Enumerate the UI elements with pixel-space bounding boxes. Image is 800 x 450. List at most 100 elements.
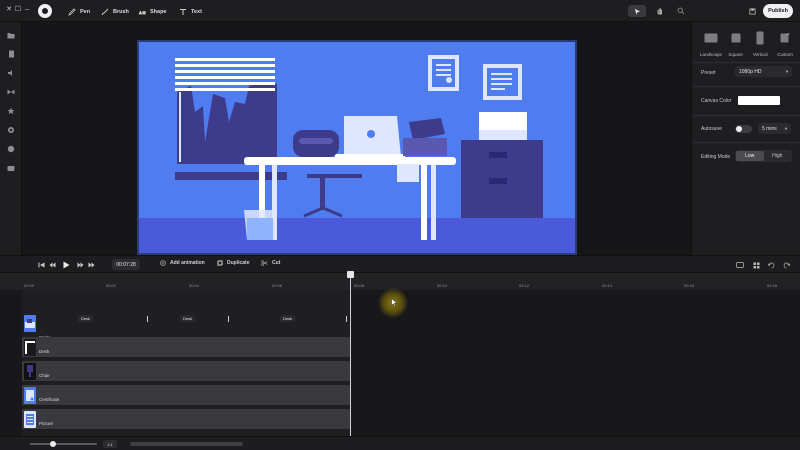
ruler-tick: 00:00 [24, 283, 35, 288]
preset-label: Preset [701, 70, 716, 76]
track-sprite[interactable]: Sprite [22, 313, 350, 340]
step-back-button[interactable] [48, 261, 56, 269]
cursor-highlight [378, 288, 408, 318]
timecode-display[interactable]: 00:07:28 [112, 259, 140, 270]
shape-tool-button[interactable]: Shape [138, 6, 167, 17]
rewind-icon [77, 262, 83, 268]
captions-button[interactable] [736, 261, 744, 269]
text-icon [180, 8, 186, 15]
playhead-line[interactable] [350, 272, 351, 436]
undo-button[interactable] [767, 261, 775, 269]
chevron-down-icon: ▼ [784, 126, 788, 131]
ruler-tick: 00:14 [602, 283, 613, 288]
save-icon [749, 8, 755, 14]
ruler-tick: 00:18 [767, 283, 778, 288]
zoom-ratio[interactable]: 1:1 [103, 440, 117, 448]
timeline-scrollbar[interactable] [130, 442, 243, 446]
scissors-icon [261, 260, 268, 266]
ruler-tick: 00:12 [519, 283, 530, 288]
grid-button[interactable] [752, 261, 760, 269]
format-custom-label: Custom [777, 52, 793, 57]
transition-icon[interactable] [7, 88, 15, 96]
play-icon [63, 261, 69, 269]
document-icon[interactable] [7, 50, 15, 58]
autosave-interval-select[interactable]: 5 mins ▼ [758, 123, 791, 134]
certificate-thumbnail [24, 387, 36, 404]
audio-icon[interactable] [7, 69, 15, 77]
floor-shape [139, 218, 575, 253]
skip-back-icon [38, 262, 44, 268]
format-vertical[interactable]: Vertical [749, 30, 771, 66]
track-desk[interactable]: Desk [22, 337, 350, 358]
duplicate-label: Duplicate [227, 260, 250, 266]
track-picture[interactable]: Picture [22, 409, 350, 430]
settings-icon[interactable] [7, 126, 15, 134]
format-custom[interactable]: Custom [774, 30, 796, 66]
color-wheel-icon[interactable] [7, 145, 15, 153]
track-name: Chair [39, 373, 50, 378]
landscape-icon [704, 30, 718, 46]
format-square[interactable]: Square [725, 30, 747, 66]
maximize-window-button[interactable]: ☐ [14, 5, 22, 15]
editing-mode-low[interactable]: Low [736, 151, 764, 161]
left-tool-rail [0, 22, 22, 255]
preset-select[interactable]: 1080p HD ▼ [735, 66, 792, 77]
format-landscape[interactable]: Landscape [700, 30, 722, 66]
autosave-toggle[interactable] [735, 125, 752, 133]
format-vertical-label: Vertical [752, 52, 768, 57]
track-name: Picture [39, 421, 54, 426]
undo-icon [767, 262, 774, 268]
media-icon[interactable] [7, 164, 15, 172]
brush-tool-label: Brush [113, 8, 129, 15]
sprite-thumbnail [24, 315, 36, 332]
publish-button[interactable]: Publish [763, 4, 793, 18]
add-animation-button[interactable]: Add animation [160, 260, 205, 266]
mouse-pointer-icon [391, 298, 398, 307]
skip-back-button[interactable] [37, 261, 45, 269]
save-button[interactable] [746, 5, 758, 17]
ruler-tick: 00:06 [272, 283, 283, 288]
format-presets: Landscape Square Vertical Custom [700, 30, 796, 66]
divider [692, 86, 800, 87]
playhead-handle[interactable] [347, 271, 354, 278]
track-name: Certificate [39, 397, 60, 402]
track-certificate[interactable]: Certificate [22, 385, 350, 406]
timeline-zoom-handle[interactable] [50, 441, 56, 447]
ruler-tick: 00:08 [354, 283, 365, 288]
redo-icon [783, 262, 790, 268]
close-window-button[interactable]: ✕ [5, 5, 13, 15]
canvas-color-label: Canvas Color [701, 98, 732, 104]
text-tool-label: Text [191, 8, 202, 15]
track-chair[interactable]: Chair [22, 361, 350, 382]
chair-thumbnail [24, 363, 36, 380]
step-forward-button[interactable] [76, 261, 84, 269]
zoom-tool-button[interactable] [675, 5, 687, 17]
duplicate-button[interactable]: Duplicate [217, 260, 250, 266]
top-toolbar: ✕ ☐ – Pen Brush Shape Text Publish [0, 0, 800, 22]
brush-tool-button[interactable]: Brush [101, 6, 129, 17]
desk-thumbnail [24, 339, 36, 356]
skip-forward-button[interactable] [87, 261, 95, 269]
minimize-window-button[interactable]: – [23, 5, 31, 15]
magnifier-icon [677, 7, 685, 15]
folder-icon[interactable] [7, 31, 15, 39]
star-icon[interactable] [7, 107, 15, 115]
select-tool-button[interactable] [628, 5, 646, 17]
editing-mode-high[interactable]: High [764, 151, 792, 161]
office-illustration [139, 55, 575, 253]
hand-tool-button[interactable] [654, 5, 666, 17]
redo-button[interactable] [782, 261, 790, 269]
hand-icon [657, 8, 662, 15]
artboard-canvas[interactable] [137, 40, 577, 255]
office-chair [409, 118, 445, 140]
text-tool-button[interactable]: Text [179, 6, 202, 17]
canvas-color-swatch[interactable] [738, 96, 780, 105]
chevron-down-icon: ▼ [785, 69, 789, 74]
track-name: Desk [39, 349, 50, 354]
play-button[interactable] [61, 260, 71, 270]
pen-tool-button[interactable]: Pen [68, 6, 90, 17]
timeline-zoom-slider[interactable] [30, 443, 97, 445]
timeline-ruler[interactable]: 00:00 00:02 00:04 00:06 00:08 00:10 00:1… [0, 272, 800, 290]
cut-button[interactable]: Cut [261, 260, 280, 266]
divider [692, 115, 800, 116]
